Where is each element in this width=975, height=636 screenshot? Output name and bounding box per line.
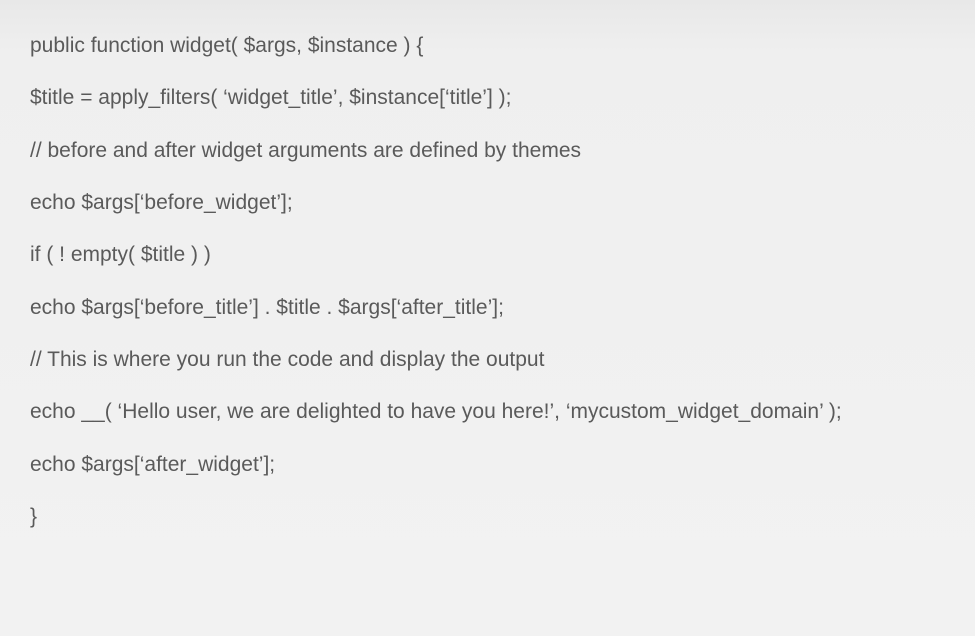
code-line: echo $args[‘after_widget’]; — [30, 451, 945, 479]
code-line: echo __( ‘Hello user, we are delighted t… — [30, 398, 945, 426]
code-line: $title = apply_filters( ‘widget_title’, … — [30, 84, 945, 112]
code-block: public function widget( $args, $instance… — [30, 32, 945, 531]
code-line: // This is where you run the code and di… — [30, 346, 945, 374]
code-line: echo $args[‘before_title’] . $title . $a… — [30, 294, 945, 322]
code-line: echo $args[‘before_widget’]; — [30, 189, 945, 217]
code-line: if ( ! empty( $title ) ) — [30, 241, 945, 269]
code-line: } — [30, 503, 945, 531]
code-line: // before and after widget arguments are… — [30, 137, 945, 165]
code-line: public function widget( $args, $instance… — [30, 32, 945, 60]
